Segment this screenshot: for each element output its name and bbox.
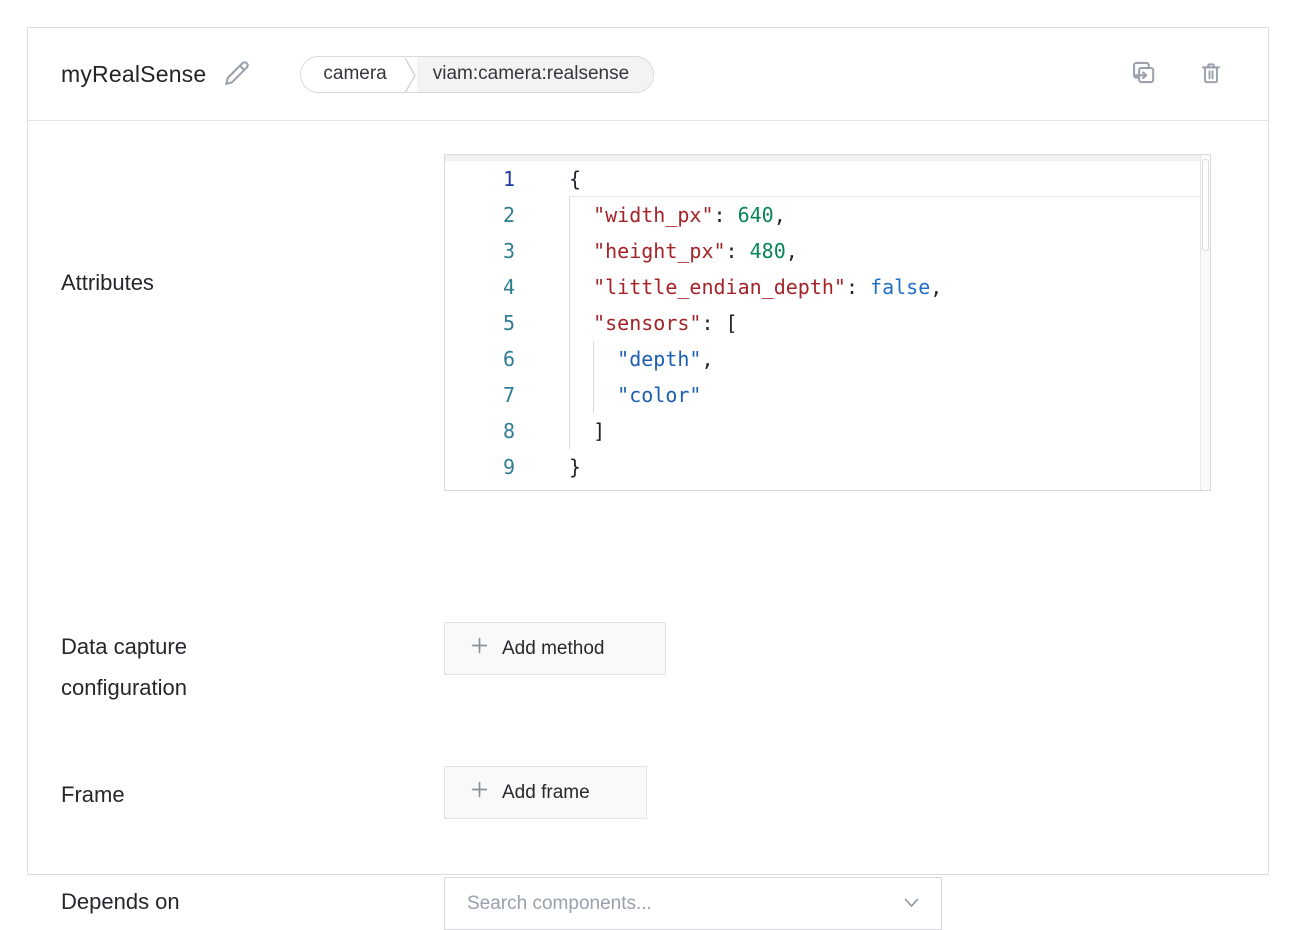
depends-on-search-input[interactable] — [467, 893, 894, 915]
frame-label: Frame — [61, 774, 125, 815]
code-line[interactable]: 4"little_endian_depth": false, — [445, 269, 1200, 305]
add-method-button[interactable]: Add method — [444, 622, 666, 675]
data-capture-label: Data capture configuration — [61, 626, 301, 708]
component-model: viam:camera:realsense — [417, 57, 653, 92]
component-type-badge: camera viam:camera:realsense — [300, 56, 654, 93]
code-line[interactable]: 1{ — [445, 161, 1200, 197]
code-line[interactable]: 2"width_px": 640, — [445, 197, 1200, 233]
line-number: 3 — [445, 233, 515, 269]
code-line-content: "sensors": [ — [515, 305, 1200, 341]
indent-guide — [569, 197, 593, 233]
line-number: 5 — [445, 305, 515, 341]
add-frame-label: Add frame — [502, 782, 590, 804]
code-line-content: ] — [515, 413, 1200, 449]
scrollbar-thumb[interactable] — [1202, 159, 1209, 251]
component-name: myRealSense — [61, 61, 206, 88]
trash-icon — [1198, 60, 1224, 89]
indent-guide — [593, 377, 617, 413]
line-number: 7 — [445, 377, 515, 413]
code-line-content: "little_endian_depth": false, — [515, 269, 1200, 305]
line-number: 2 — [445, 197, 515, 233]
pencil-icon — [224, 60, 250, 89]
indent-guide — [569, 305, 593, 341]
code-line-content: "height_px": 480, — [515, 233, 1200, 269]
add-frame-button[interactable]: Add frame — [444, 766, 647, 819]
code-line-content: "width_px": 640, — [515, 197, 1200, 233]
indent-guide — [569, 341, 593, 377]
code-line[interactable]: 3"height_px": 480, — [445, 233, 1200, 269]
indent-guide — [569, 269, 593, 305]
attributes-json-editor[interactable]: 1{2"width_px": 640,3"height_px": 480,4"l… — [444, 154, 1211, 491]
component-header: myRealSense camera viam:camera:realsense — [28, 28, 1268, 121]
code-line[interactable]: 5"sensors": [ — [445, 305, 1200, 341]
indent-guide — [569, 413, 593, 449]
depends-on-select[interactable] — [444, 877, 942, 930]
indent-guide — [569, 233, 593, 269]
attributes-label: Attributes — [61, 262, 154, 303]
add-method-label: Add method — [502, 638, 604, 660]
code-line[interactable]: 8] — [445, 413, 1200, 449]
component-card: myRealSense camera viam:camera:realsense — [27, 27, 1269, 875]
line-number: 4 — [445, 269, 515, 305]
code-line-content: } — [515, 449, 1200, 485]
header-actions — [1125, 55, 1228, 93]
breadcrumb-chevron-icon — [403, 57, 417, 93]
line-number: 8 — [445, 413, 515, 449]
page: myRealSense camera viam:camera:realsense — [0, 0, 1300, 902]
code-line[interactable]: 9} — [445, 449, 1200, 485]
chevron-down-icon — [904, 895, 919, 913]
line-number: 9 — [445, 449, 515, 485]
title-group: myRealSense camera viam:camera:realsense — [61, 56, 654, 93]
plus-icon — [471, 637, 488, 660]
code-line-content: { — [515, 161, 1200, 197]
line-number: 6 — [445, 341, 515, 377]
code-line-content: "color" — [515, 377, 1200, 413]
indent-guide — [593, 341, 617, 377]
delete-button[interactable] — [1194, 56, 1228, 93]
rename-button[interactable] — [220, 56, 254, 93]
indent-guide — [569, 377, 593, 413]
editor-vertical-scrollbar[interactable] — [1200, 155, 1210, 490]
line-number: 1 — [445, 161, 515, 197]
code-lines: 1{2"width_px": 640,3"height_px": 480,4"l… — [445, 161, 1200, 485]
duplicate-button[interactable] — [1125, 55, 1160, 93]
code-line[interactable]: 6"depth", — [445, 341, 1200, 377]
code-line[interactable]: 7"color" — [445, 377, 1200, 413]
component-type: camera — [301, 57, 402, 92]
code-line-content: "depth", — [515, 341, 1200, 377]
component-body: Attributes 1{2"width_px": 640,3"height_p… — [28, 121, 1268, 875]
plus-icon — [471, 781, 488, 804]
duplicate-icon — [1129, 59, 1156, 89]
